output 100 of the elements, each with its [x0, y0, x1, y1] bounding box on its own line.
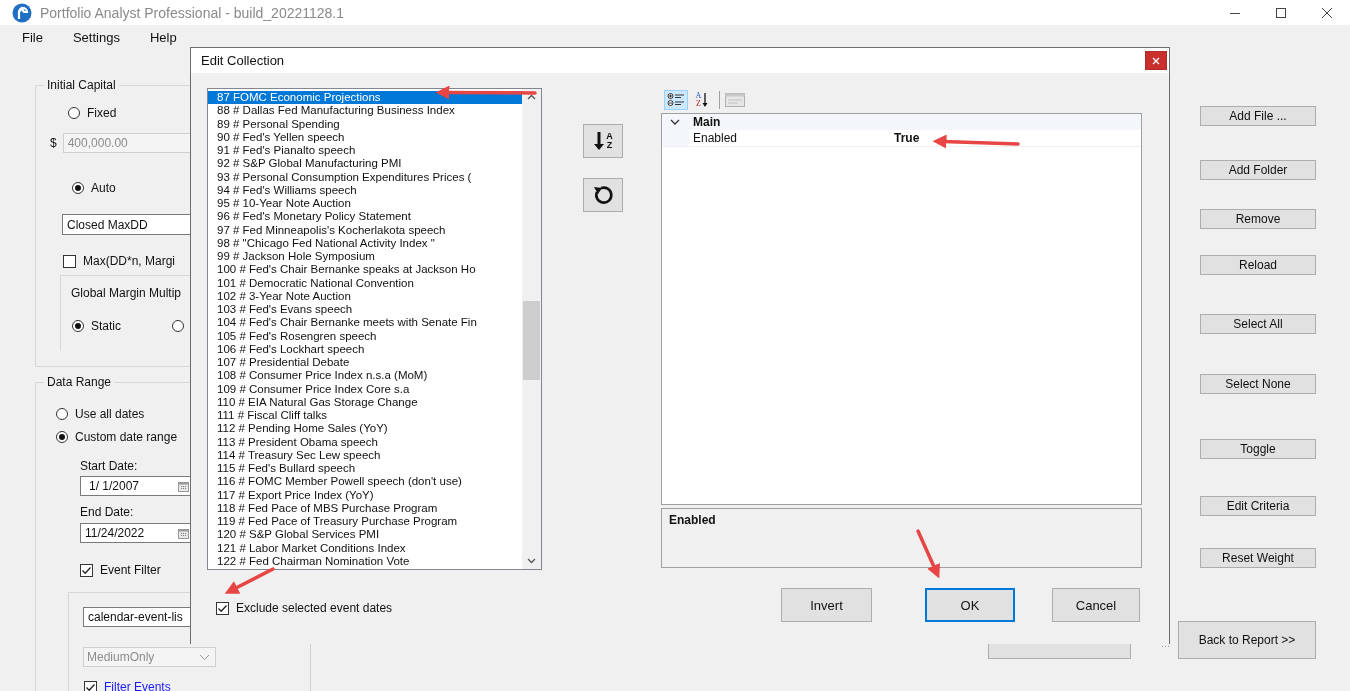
property-value[interactable]: True	[894, 131, 920, 145]
side-button[interactable]: Select None	[1200, 374, 1316, 394]
radio-button[interactable]	[56, 408, 68, 420]
refresh-icon	[592, 184, 614, 206]
calendar-icon[interactable]	[178, 480, 189, 492]
text-field[interactable]: calendar-event-lis	[83, 607, 190, 627]
list-item[interactable]: 108 # Consumer Price Index n.s.a (MoM)	[208, 369, 522, 383]
list-item[interactable]: 99 # Jackson Hole Symposium	[208, 250, 522, 264]
radio-button[interactable]	[72, 320, 84, 332]
calendar-icon[interactable]	[178, 527, 189, 539]
checkbox[interactable]	[80, 563, 93, 577]
list-item[interactable]: 119 # Fed Pace of Treasury Purchase Program	[208, 515, 522, 529]
side-button[interactable]: Toggle	[1200, 439, 1316, 459]
description-title: Enabled	[669, 513, 716, 527]
list-item[interactable]: 105 # Fed's Rosengren speech	[208, 329, 522, 343]
radio-button[interactable]	[72, 182, 84, 194]
list-item[interactable]: 122 # Fed Chairman Nomination Vote	[208, 554, 522, 568]
alphabetical-view-button[interactable]: A Z	[690, 90, 714, 110]
list-item[interactable]: 90 # Fed's Yellen speech	[208, 130, 522, 144]
checkmark-icon	[81, 564, 92, 576]
radio-button[interactable]	[56, 431, 68, 443]
list-item[interactable]: 113 # President Obama speech	[208, 435, 522, 449]
menu-item[interactable]: File	[14, 30, 51, 45]
list-item[interactable]: 95 # 10-Year Note Auction	[208, 197, 522, 211]
checkbox-label[interactable]: Event Filter	[100, 563, 161, 577]
list-item[interactable]: 98 # "Chicago Fed National Activity Index "	[208, 236, 522, 250]
dialog-button[interactable]: Invert	[781, 588, 872, 622]
list-item[interactable]: 103 # Fed's Evans speech	[208, 303, 522, 317]
list-item[interactable]: 102 # 3-Year Note Auction	[208, 289, 522, 303]
dialog-button[interactable]: OK	[925, 588, 1015, 622]
list-item[interactable]: 118 # Fed Pace of MBS Purchase Program	[208, 501, 522, 515]
list-item[interactable]: 109 # Consumer Price Index Core s.a	[208, 382, 522, 396]
side-button[interactable]: Add Folder	[1200, 160, 1316, 180]
list-item[interactable]: 100 # Fed's Chair Bernanke speaks at Jackson Ho	[208, 263, 522, 277]
list-item[interactable]: 94 # Fed's Williams speech	[208, 183, 522, 197]
list-item[interactable]: 120 # S&P Global Services PMI	[208, 528, 522, 542]
reset-button[interactable]	[583, 178, 623, 212]
back-to-report-button[interactable]: Back to Report >>	[1178, 621, 1316, 659]
chevron-icon[interactable]	[670, 118, 680, 126]
menu-item[interactable]: Settings	[64, 30, 128, 45]
scroll-down-icon[interactable]	[527, 558, 536, 564]
date-field[interactable]: 1/ 1/2007	[80, 476, 190, 496]
side-button[interactable]: Reset Weight	[1200, 548, 1316, 568]
list-item[interactable]: 117 # Export Price Index (YoY)	[208, 488, 522, 502]
list-item[interactable]: 88 # Dallas Fed Manufacturing Business Index	[208, 104, 522, 118]
radio-label[interactable]: Auto	[91, 181, 116, 195]
list-item[interactable]: 114 # Treasury Sec Lew speech	[208, 448, 522, 462]
checkbox-label[interactable]: Max(DD*n, Margi	[83, 254, 175, 268]
side-button[interactable]: Select All	[1200, 314, 1316, 334]
list-item[interactable]: 93 # Personal Consumption Expenditures Prices (	[208, 170, 522, 184]
list-item[interactable]: 92 # S&P Global Manufacturing PMI	[208, 157, 522, 171]
checkmark-icon	[217, 602, 228, 614]
side-button[interactable]: Remove	[1200, 209, 1316, 229]
list-item[interactable]: 110 # EIA Natural Gas Storage Change	[208, 395, 522, 409]
list-item[interactable]: 89 # Personal Spending	[208, 117, 522, 131]
checkbox[interactable]	[216, 601, 229, 615]
list-item[interactable]: 121 # Labor Market Conditions Index	[208, 541, 522, 555]
list-item[interactable]: 97 # Fed Minneapolis's Kocherlakota speech	[208, 223, 522, 237]
list-item[interactable]: 111 # Fiscal Cliff talks	[208, 409, 522, 423]
radio-button[interactable]	[172, 320, 184, 332]
list-item[interactable]: 112 # Pending Home Sales (YoY)	[208, 422, 522, 436]
checkbox[interactable]	[84, 680, 97, 691]
property-name: Enabled	[692, 131, 739, 145]
radio-label[interactable]: Fixed	[87, 106, 117, 120]
side-button[interactable]: Edit Criteria	[1200, 496, 1316, 516]
list-item[interactable]: 101 # Democratic National Convention	[208, 276, 522, 290]
link[interactable]: Filter Events	[104, 680, 171, 691]
list-item[interactable]: 87 FOMC Economic Projections	[208, 91, 522, 105]
close-button[interactable]	[1145, 51, 1167, 70]
text-field[interactable]: Closed MaxDD	[62, 214, 190, 235]
radio-label[interactable]: Use all dates	[75, 407, 145, 421]
dialog-button[interactable]: Cancel	[1052, 588, 1140, 622]
currency-label: $	[50, 136, 57, 150]
list-item[interactable]: 116 # FOMC Member Powell speech (don't use)	[208, 475, 522, 489]
checkbox-label[interactable]: Exclude selected event dates	[236, 601, 393, 615]
property-pages-icon	[725, 93, 745, 107]
radio-label[interactable]: Static	[91, 319, 121, 333]
radio-button[interactable]	[68, 107, 80, 119]
menu-item[interactable]: Help	[141, 30, 185, 45]
list-item[interactable]: 96 # Fed's Monetary Policy Statement	[208, 210, 522, 224]
side-button[interactable]: Add File ...	[1200, 106, 1316, 126]
list-item[interactable]: 107 # Presidential Debate	[208, 356, 522, 370]
list-item[interactable]: 115 # Fed's Bullard speech	[208, 462, 522, 476]
sort-button[interactable]: A Z	[583, 124, 623, 158]
checkmark-icon	[85, 681, 96, 691]
list-item[interactable]: 106 # Fed's Lockhart speech	[208, 342, 522, 356]
annotation-arrow	[916, 529, 940, 579]
scroll-thumb[interactable]	[523, 301, 540, 380]
list-item[interactable]: 91 # Fed's Pianalto speech	[208, 144, 522, 158]
categorized-view-button[interactable]	[664, 90, 688, 110]
radio-label[interactable]: Custom date range	[75, 430, 178, 444]
checkbox[interactable]	[63, 254, 76, 268]
down-arrow-icon	[702, 92, 709, 108]
side-button[interactable]: Reload	[1200, 255, 1316, 275]
close-icon	[1152, 56, 1160, 65]
date-field[interactable]: 11/24/2022	[80, 523, 190, 543]
annotation-arrow	[224, 567, 275, 594]
list-item[interactable]: 104 # Fed's Chair Bernanke meets with Senate Fin	[208, 316, 522, 330]
scrollbar[interactable]	[522, 89, 541, 569]
scroll-up-icon[interactable]	[527, 94, 536, 100]
